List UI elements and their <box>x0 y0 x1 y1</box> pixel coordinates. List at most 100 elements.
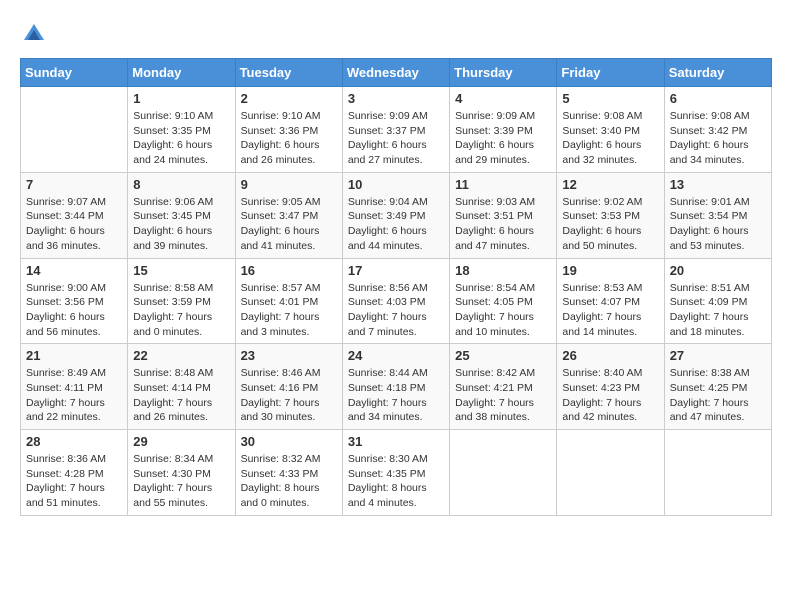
calendar-cell: 23 Sunrise: 8:46 AM Sunset: 4:16 PM Dayli… <box>235 344 342 430</box>
day-number: 26 <box>562 348 658 363</box>
day-of-week-header: Monday <box>128 59 235 87</box>
calendar-body: 1 Sunrise: 9:10 AM Sunset: 3:35 PM Daylig… <box>21 87 772 516</box>
calendar-cell: 14 Sunrise: 9:00 AM Sunset: 3:56 PM Dayli… <box>21 258 128 344</box>
day-number: 28 <box>26 434 122 449</box>
calendar-week-row: 7Sunrise: 9:07 AM Sunset: 3:44 PM Daylig… <box>21 172 772 258</box>
day-info: Sunrise: 8:30 AM Sunset: 4:35 PM Dayligh… <box>348 452 444 511</box>
day-info: Sunrise: 8:44 AM Sunset: 4:18 PM Dayligh… <box>348 366 444 425</box>
calendar-cell: 16Sunrise: 8:57 AM Sunset: 4:01 PM Dayli… <box>235 258 342 344</box>
day-of-week-header: Thursday <box>450 59 557 87</box>
calendar-cell: 28 Sunrise: 8:36 AM Sunset: 4:28 PM Dayli… <box>21 430 128 516</box>
calendar-cell: 19 Sunrise: 8:53 AM Sunset: 4:07 PM Dayli… <box>557 258 664 344</box>
calendar-cell: 6 Sunrise: 9:08 AM Sunset: 3:42 PM Daylig… <box>664 87 771 173</box>
day-info: Sunrise: 8:57 AM Sunset: 4:01 PM Dayligh… <box>241 281 337 340</box>
day-number: 19 <box>562 263 658 278</box>
calendar-cell: 29 Sunrise: 8:34 AM Sunset: 4:30 PM Dayli… <box>128 430 235 516</box>
day-of-week-header: Tuesday <box>235 59 342 87</box>
day-number: 18 <box>455 263 551 278</box>
day-info: Sunrise: 9:10 AM Sunset: 3:35 PM Dayligh… <box>133 109 229 168</box>
day-info: Sunrise: 9:01 AM Sunset: 3:54 PM Dayligh… <box>670 195 766 254</box>
day-info: Sunrise: 9:10 AM Sunset: 3:36 PM Dayligh… <box>241 109 337 168</box>
day-info: Sunrise: 8:42 AM Sunset: 4:21 PM Dayligh… <box>455 366 551 425</box>
day-info: Sunrise: 8:40 AM Sunset: 4:23 PM Dayligh… <box>562 366 658 425</box>
calendar-cell: 27 Sunrise: 8:38 AM Sunset: 4:25 PM Dayli… <box>664 344 771 430</box>
day-info: Sunrise: 8:56 AM Sunset: 4:03 PM Dayligh… <box>348 281 444 340</box>
calendar-header: SundayMondayTuesdayWednesdayThursdayFrid… <box>21 59 772 87</box>
calendar-cell: 22 Sunrise: 8:48 AM Sunset: 4:14 PM Dayli… <box>128 344 235 430</box>
calendar-cell: 11 Sunrise: 9:03 AM Sunset: 3:51 PM Dayli… <box>450 172 557 258</box>
calendar-cell <box>557 430 664 516</box>
day-number: 6 <box>670 91 766 106</box>
calendar-cell: 13 Sunrise: 9:01 AM Sunset: 3:54 PM Dayli… <box>664 172 771 258</box>
calendar-cell: 1 Sunrise: 9:10 AM Sunset: 3:35 PM Daylig… <box>128 87 235 173</box>
day-info: Sunrise: 8:32 AM Sunset: 4:33 PM Dayligh… <box>241 452 337 511</box>
day-number: 9 <box>241 177 337 192</box>
calendar-cell: 7Sunrise: 9:07 AM Sunset: 3:44 PM Daylig… <box>21 172 128 258</box>
day-number: 29 <box>133 434 229 449</box>
calendar-cell: 5 Sunrise: 9:08 AM Sunset: 3:40 PM Daylig… <box>557 87 664 173</box>
day-info: Sunrise: 9:06 AM Sunset: 3:45 PM Dayligh… <box>133 195 229 254</box>
day-number: 17 <box>348 263 444 278</box>
day-info: Sunrise: 8:38 AM Sunset: 4:25 PM Dayligh… <box>670 366 766 425</box>
day-of-week-header: Friday <box>557 59 664 87</box>
day-info: Sunrise: 8:46 AM Sunset: 4:16 PM Dayligh… <box>241 366 337 425</box>
day-of-week-header: Sunday <box>21 59 128 87</box>
day-info: Sunrise: 8:48 AM Sunset: 4:14 PM Dayligh… <box>133 366 229 425</box>
day-info: Sunrise: 9:04 AM Sunset: 3:49 PM Dayligh… <box>348 195 444 254</box>
calendar-cell: 15Sunrise: 8:58 AM Sunset: 3:59 PM Dayli… <box>128 258 235 344</box>
calendar-cell: 26 Sunrise: 8:40 AM Sunset: 4:23 PM Dayli… <box>557 344 664 430</box>
day-number: 7 <box>26 177 122 192</box>
day-number: 27 <box>670 348 766 363</box>
calendar-cell: 2 Sunrise: 9:10 AM Sunset: 3:36 PM Daylig… <box>235 87 342 173</box>
calendar-cell: 10 Sunrise: 9:04 AM Sunset: 3:49 PM Dayli… <box>342 172 449 258</box>
calendar-cell: 24 Sunrise: 8:44 AM Sunset: 4:18 PM Dayli… <box>342 344 449 430</box>
calendar-cell: 4 Sunrise: 9:09 AM Sunset: 3:39 PM Daylig… <box>450 87 557 173</box>
day-number: 2 <box>241 91 337 106</box>
calendar-week-row: 14 Sunrise: 9:00 AM Sunset: 3:56 PM Dayli… <box>21 258 772 344</box>
day-number: 31 <box>348 434 444 449</box>
calendar-cell <box>21 87 128 173</box>
day-number: 23 <box>241 348 337 363</box>
calendar-week-row: 28 Sunrise: 8:36 AM Sunset: 4:28 PM Dayli… <box>21 430 772 516</box>
day-info: Sunrise: 8:51 AM Sunset: 4:09 PM Dayligh… <box>670 281 766 340</box>
calendar-week-row: 1 Sunrise: 9:10 AM Sunset: 3:35 PM Daylig… <box>21 87 772 173</box>
day-number: 21 <box>26 348 122 363</box>
calendar-cell: 20 Sunrise: 8:51 AM Sunset: 4:09 PM Dayli… <box>664 258 771 344</box>
calendar-cell: 30 Sunrise: 8:32 AM Sunset: 4:33 PM Dayli… <box>235 430 342 516</box>
day-info: Sunrise: 9:09 AM Sunset: 3:39 PM Dayligh… <box>455 109 551 168</box>
day-number: 22 <box>133 348 229 363</box>
day-info: Sunrise: 8:34 AM Sunset: 4:30 PM Dayligh… <box>133 452 229 511</box>
day-info: Sunrise: 9:08 AM Sunset: 3:42 PM Dayligh… <box>670 109 766 168</box>
day-number: 25 <box>455 348 551 363</box>
day-of-week-header: Wednesday <box>342 59 449 87</box>
day-info: Sunrise: 9:02 AM Sunset: 3:53 PM Dayligh… <box>562 195 658 254</box>
day-number: 20 <box>670 263 766 278</box>
calendar-cell: 8 Sunrise: 9:06 AM Sunset: 3:45 PM Daylig… <box>128 172 235 258</box>
page-header <box>20 20 772 48</box>
day-info: Sunrise: 9:09 AM Sunset: 3:37 PM Dayligh… <box>348 109 444 168</box>
day-number: 5 <box>562 91 658 106</box>
calendar-cell: 3Sunrise: 9:09 AM Sunset: 3:37 PM Daylig… <box>342 87 449 173</box>
day-info: Sunrise: 9:08 AM Sunset: 3:40 PM Dayligh… <box>562 109 658 168</box>
calendar-cell: 18Sunrise: 8:54 AM Sunset: 4:05 PM Dayli… <box>450 258 557 344</box>
day-number: 13 <box>670 177 766 192</box>
day-number: 10 <box>348 177 444 192</box>
day-number: 11 <box>455 177 551 192</box>
day-info: Sunrise: 8:36 AM Sunset: 4:28 PM Dayligh… <box>26 452 122 511</box>
calendar-cell: 12Sunrise: 9:02 AM Sunset: 3:53 PM Dayli… <box>557 172 664 258</box>
day-info: Sunrise: 8:53 AM Sunset: 4:07 PM Dayligh… <box>562 281 658 340</box>
day-info: Sunrise: 9:03 AM Sunset: 3:51 PM Dayligh… <box>455 195 551 254</box>
day-number: 30 <box>241 434 337 449</box>
day-number: 4 <box>455 91 551 106</box>
day-number: 24 <box>348 348 444 363</box>
calendar-cell: 17 Sunrise: 8:56 AM Sunset: 4:03 PM Dayli… <box>342 258 449 344</box>
calendar-cell: 9Sunrise: 9:05 AM Sunset: 3:47 PM Daylig… <box>235 172 342 258</box>
calendar-cell <box>450 430 557 516</box>
day-number: 14 <box>26 263 122 278</box>
day-of-week-header: Saturday <box>664 59 771 87</box>
day-number: 1 <box>133 91 229 106</box>
day-info: Sunrise: 9:00 AM Sunset: 3:56 PM Dayligh… <box>26 281 122 340</box>
calendar-cell: 31 Sunrise: 8:30 AM Sunset: 4:35 PM Dayli… <box>342 430 449 516</box>
logo <box>20 20 52 48</box>
day-number: 8 <box>133 177 229 192</box>
